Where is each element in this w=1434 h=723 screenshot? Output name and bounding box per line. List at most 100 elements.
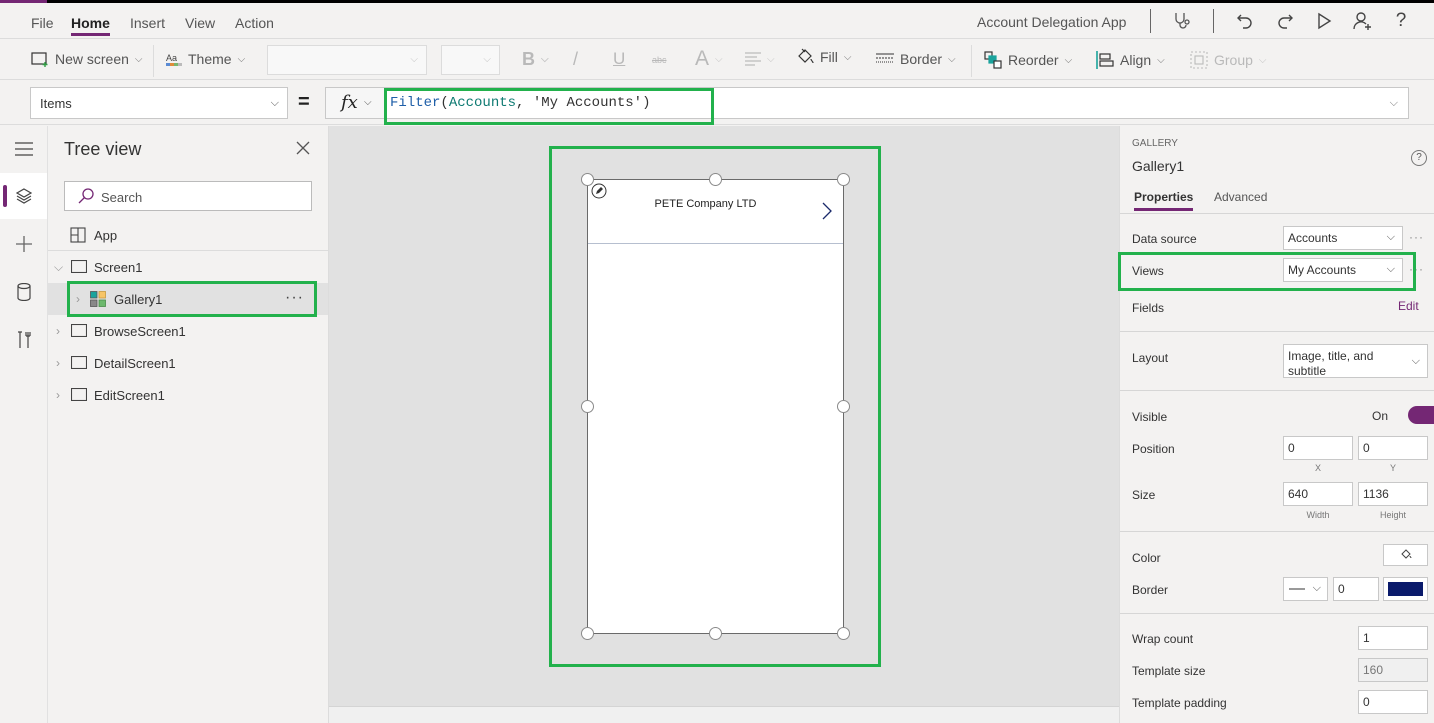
hamburger-menu-icon[interactable] <box>0 126 47 172</box>
height-input[interactable]: 1136 <box>1358 482 1428 506</box>
tree-item-detailscreen1[interactable]: › DetailScreen1 <box>48 347 328 379</box>
border-width-input[interactable]: 0 <box>1333 577 1379 601</box>
template-padding-input[interactable]: 0 <box>1358 690 1428 714</box>
undo-icon[interactable] <box>1233 9 1257 33</box>
preview-play-icon[interactable] <box>1312 9 1336 33</box>
resize-handle-right[interactable] <box>837 400 850 413</box>
data-cylinder-icon[interactable] <box>0 269 47 315</box>
menu-home[interactable]: Home <box>71 15 110 36</box>
align-button[interactable]: Align ⌵ <box>1096 51 1165 69</box>
chevron-down-icon: ⌵ <box>1411 355 1420 367</box>
menu-file[interactable]: File <box>31 15 54 31</box>
resize-handle-top[interactable] <box>709 173 722 186</box>
italic-button[interactable]: / <box>573 49 578 70</box>
y-label: Y <box>1389 463 1396 473</box>
resize-handle-top-left[interactable] <box>581 173 594 186</box>
search-icon <box>78 188 94 204</box>
tree-item-app[interactable]: App <box>48 219 328 251</box>
group-label: Group <box>1214 52 1253 68</box>
fill-button[interactable]: Fill ⌵ <box>796 48 851 66</box>
position-y-input[interactable]: 0 <box>1358 436 1428 460</box>
redo-icon[interactable] <box>1273 9 1297 33</box>
advanced-tools-icon[interactable] <box>0 317 47 363</box>
position-x-input[interactable]: 0 <box>1283 436 1353 460</box>
chevron-right-icon[interactable]: › <box>56 388 60 402</box>
tree-search-input[interactable]: Search <box>64 181 312 211</box>
theme-button[interactable]: Aa Theme ⌵ <box>166 51 245 67</box>
tree-item-screen1[interactable]: ⌵ Screen1 <box>48 251 328 283</box>
menu-insert[interactable]: Insert <box>130 15 165 31</box>
tab-properties[interactable]: Properties <box>1134 190 1194 211</box>
tree-view-layers-icon[interactable] <box>0 173 47 219</box>
help-icon[interactable]: ? <box>1389 9 1413 33</box>
font-size-dropdown[interactable]: ⌵ <box>441 45 500 75</box>
property-dropdown[interactable]: Items ⌵ <box>30 87 288 119</box>
color-picker-button[interactable] <box>1383 544 1428 566</box>
border-color-picker[interactable] <box>1383 577 1428 601</box>
edit-template-pencil-icon[interactable] <box>591 183 607 199</box>
resize-handle-bottom[interactable] <box>709 627 722 640</box>
wrap-count-input[interactable]: 1 <box>1358 626 1428 650</box>
share-user-icon[interactable] <box>1350 9 1374 33</box>
fields-edit-link[interactable]: Edit <box>1398 299 1419 313</box>
border-style-dropdown[interactable]: ⌵ <box>1283 577 1328 601</box>
fx-button[interactable]: fx ⌵ <box>325 87 385 119</box>
border-color-swatch <box>1388 582 1423 596</box>
chevron-down-icon: ⌵ <box>364 97 372 108</box>
font-family-dropdown[interactable]: ⌵ <box>267 45 427 75</box>
tree-item-gallery1[interactable]: › Gallery1 ··· <box>48 283 328 315</box>
paint-bucket-icon <box>1401 549 1412 559</box>
divider <box>1150 9 1151 33</box>
menu-action[interactable]: Action <box>235 15 274 31</box>
chevron-right-icon[interactable] <box>822 202 832 220</box>
text-align-button[interactable]: ⌵ <box>745 52 775 66</box>
more-options-icon[interactable]: ··· <box>1409 262 1424 276</box>
chevron-down-icon: ⌵ <box>483 54 491 65</box>
more-options-icon[interactable]: ··· <box>1409 230 1424 244</box>
more-options-icon[interactable]: ··· <box>285 289 304 307</box>
resize-handle-bottom-right[interactable] <box>837 627 850 640</box>
chevron-right-icon[interactable]: › <box>56 356 60 370</box>
new-screen-button[interactable]: New screen ⌵ <box>31 51 143 67</box>
chevron-down-icon: ⌵ <box>1064 54 1073 66</box>
tree-item-editscreen1[interactable]: › EditScreen1 <box>48 379 328 411</box>
chevron-right-icon[interactable]: › <box>76 292 80 306</box>
gallery-control[interactable]: PETE Company LTD <box>587 179 844 634</box>
tree-item-browsescreen1[interactable]: › BrowseScreen1 <box>48 315 328 347</box>
layout-dropdown[interactable]: Image, title, and subtitle ⌵ <box>1283 344 1428 378</box>
visible-toggle[interactable] <box>1408 406 1434 424</box>
position-x-value: 0 <box>1288 441 1295 455</box>
resize-handle-left[interactable] <box>581 400 594 413</box>
bold-button[interactable]: B ⌵ <box>522 49 549 70</box>
group-button[interactable]: Group ⌵ <box>1190 51 1267 69</box>
expand-formula-chevron-icon[interactable]: ⌵ <box>1390 97 1398 110</box>
template-size-input[interactable]: 160 <box>1358 658 1428 682</box>
underline-button[interactable]: U <box>613 49 625 69</box>
chevron-down-icon: ⌵ <box>410 54 418 65</box>
fields-label: Fields <box>1132 301 1165 315</box>
chevron-right-icon[interactable]: › <box>56 324 60 338</box>
close-icon[interactable] <box>295 140 313 158</box>
tree-item-label: DetailScreen1 <box>94 356 176 371</box>
app-checker-stethoscope-icon[interactable] <box>1170 9 1194 33</box>
font-color-button[interactable]: A ⌵ <box>695 47 723 71</box>
formula-input[interactable]: Filter(Accounts, 'My Accounts') ⌵ <box>385 87 1409 119</box>
reorder-button[interactable]: Reorder ⌵ <box>984 51 1072 69</box>
template-size-value: 160 <box>1363 663 1384 677</box>
position-label: Position <box>1132 442 1175 456</box>
chevron-down-icon: ⌵ <box>1258 54 1267 66</box>
tab-advanced[interactable]: Advanced <box>1214 190 1267 204</box>
underline-label: U <box>613 49 626 68</box>
views-dropdown[interactable]: My Accounts ⌵ <box>1283 258 1403 282</box>
resize-handle-top-right[interactable] <box>837 173 850 186</box>
help-icon[interactable]: ? <box>1411 150 1427 166</box>
chevron-down-icon[interactable]: ⌵ <box>54 260 63 275</box>
chevron-down-icon: ⌵ <box>1312 582 1321 594</box>
border-button[interactable]: Border ⌵ <box>876 51 956 67</box>
menu-view[interactable]: View <box>185 15 215 31</box>
strikethrough-button[interactable]: abc <box>652 55 667 65</box>
resize-handle-bottom-left[interactable] <box>581 627 594 640</box>
width-input[interactable]: 640 <box>1283 482 1353 506</box>
data-source-dropdown[interactable]: Accounts ⌵ <box>1283 226 1403 250</box>
insert-plus-icon[interactable] <box>0 221 47 267</box>
